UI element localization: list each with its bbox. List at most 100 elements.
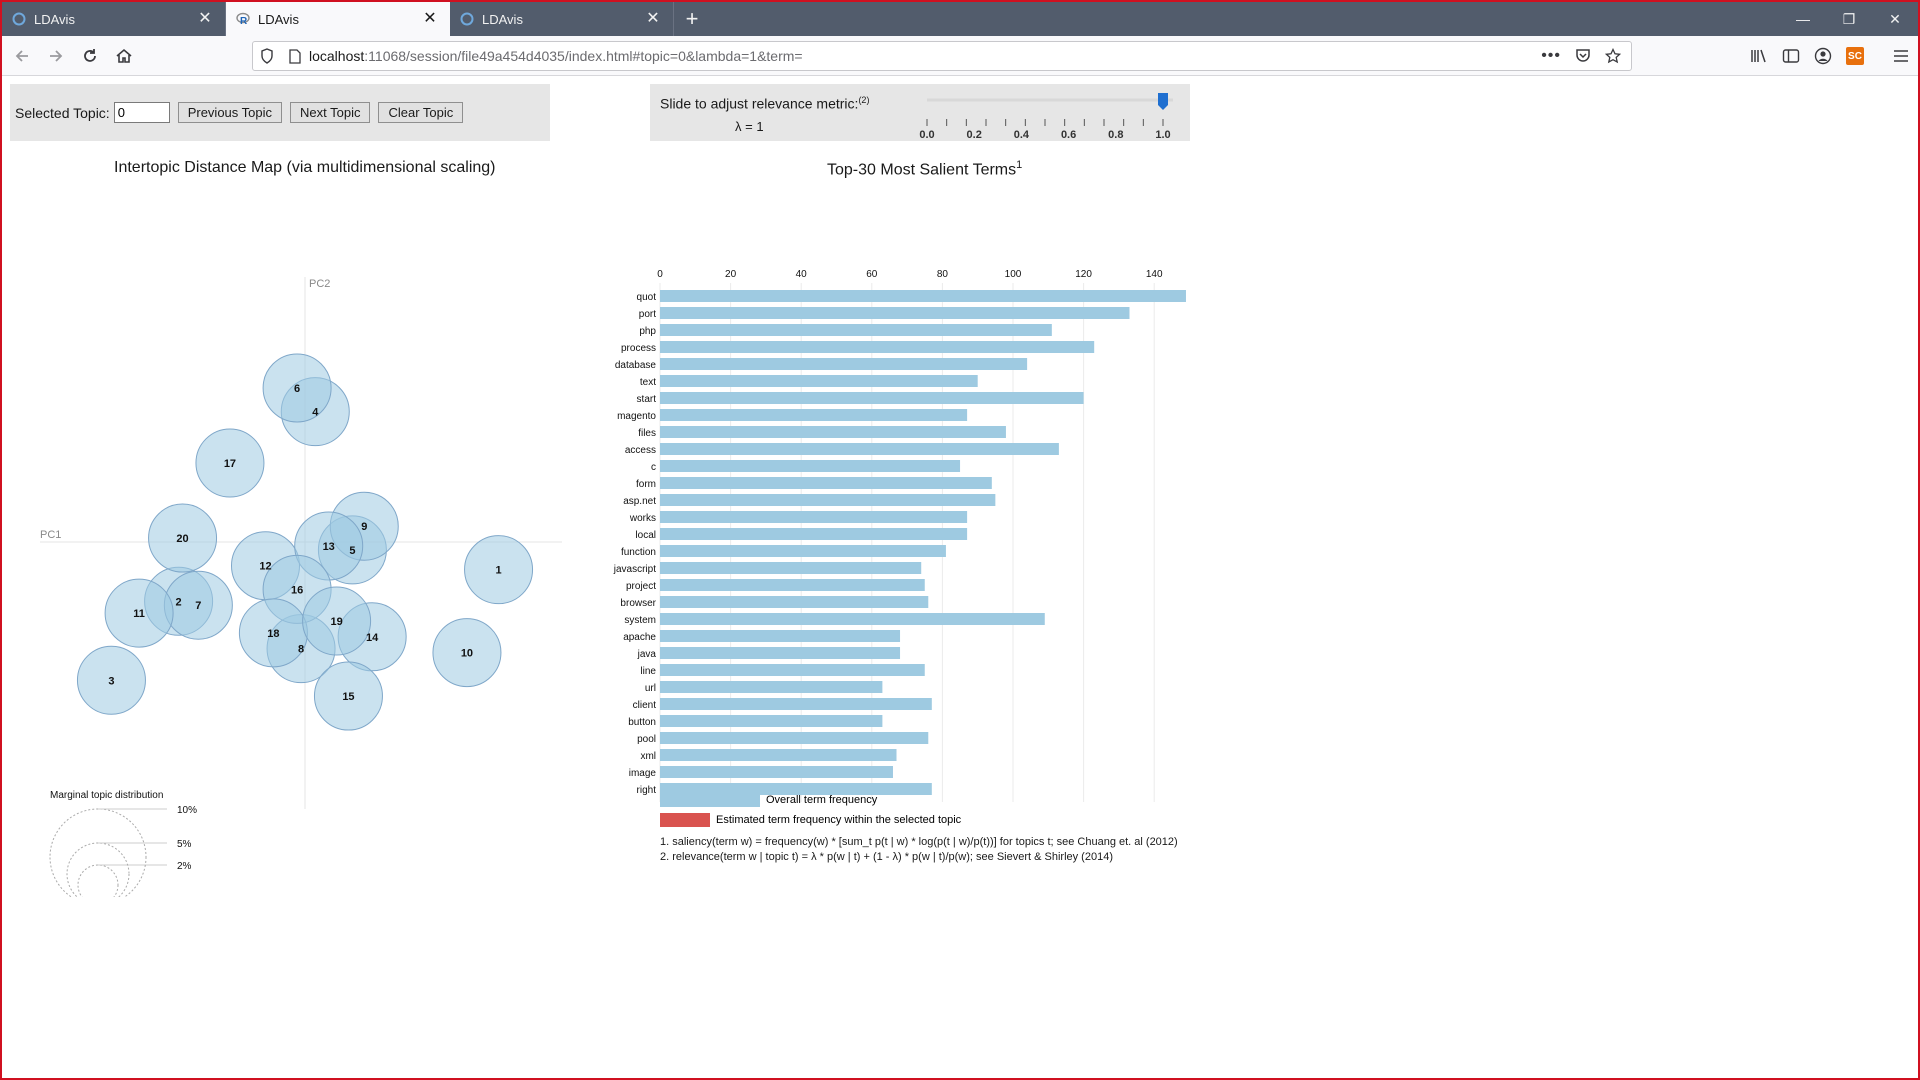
topic-bubble-label: 10: [461, 648, 473, 660]
reload-icon[interactable]: [74, 40, 106, 72]
term-label: xml: [640, 751, 656, 762]
restore-icon[interactable]: ❐: [1826, 2, 1872, 36]
browser-tab-1[interactable]: LDAvis ✕: [2, 2, 226, 36]
footnote-relevance: 2. relevance(term w | topic t) = λ * p(w…: [660, 851, 1113, 863]
selected-topic-input[interactable]: [113, 102, 170, 123]
topic-bubble-label: 3: [108, 675, 114, 687]
marginal-distribution-title: Marginal topic distribution: [50, 790, 163, 801]
library-icon[interactable]: [1748, 40, 1770, 72]
shield-icon[interactable]: [253, 48, 281, 64]
x-tick-label: 140: [1146, 269, 1163, 280]
topic-bubble-label: 15: [342, 691, 354, 703]
marginal-circle: [77, 864, 119, 897]
topic-bubble-label: 5: [349, 545, 355, 557]
minimize-icon[interactable]: —: [1780, 2, 1826, 36]
back-icon[interactable]: [6, 40, 38, 72]
term-bar: [660, 324, 1052, 336]
new-tab-button[interactable]: +: [674, 2, 710, 36]
term-label: apache: [623, 632, 656, 643]
close-tab-icon[interactable]: ✕: [197, 11, 213, 27]
term-bar: [660, 630, 901, 642]
relevance-slider[interactable]: 0.0 0.2 0.4 0.6 0.8 1.0: [650, 84, 1190, 141]
marginal-circle: [49, 808, 147, 897]
tab-title: LDAvis: [482, 11, 523, 27]
page-actions-icon[interactable]: •••: [1541, 47, 1561, 65]
topic-bubble-label: 1: [495, 565, 501, 577]
topic-bubble-label: 12: [259, 561, 271, 573]
term-label: works: [629, 513, 656, 524]
url-text: localhost:11068/session/file49a454d4035/…: [309, 48, 803, 64]
term-bar: [660, 732, 929, 744]
term-label: client: [633, 700, 657, 711]
topic-bubble-label: 7: [195, 600, 201, 612]
marginal-circle-label: 5%: [177, 839, 192, 850]
term-label: database: [615, 360, 657, 371]
next-topic-button[interactable]: Next Topic: [290, 102, 371, 123]
term-label: browser: [620, 598, 656, 609]
previous-topic-button[interactable]: Previous Topic: [177, 102, 283, 123]
intertopic-distance-map: PC1PC21234567891011121314151617181920Mar…: [40, 277, 562, 897]
term-bar: [660, 596, 929, 608]
term-bar: [660, 664, 925, 676]
extension-sc-icon[interactable]: SC: [1844, 40, 1866, 72]
marginal-circle: [66, 842, 130, 897]
close-tab-icon[interactable]: ✕: [422, 11, 438, 27]
slider-tick-label: 0.2: [967, 129, 982, 141]
window-controls: — ❐ ✕: [1780, 2, 1918, 36]
topic-bubble-label: 11: [133, 608, 145, 620]
topic-bubble-label: 13: [323, 541, 335, 553]
term-label: project: [626, 581, 656, 592]
footnote-saliency: 1. saliency(term w) = frequency(w) * [su…: [660, 836, 1178, 848]
star-bookmark-icon[interactable]: [1605, 48, 1621, 64]
selected-topic-label: Selected Topic:: [15, 104, 110, 121]
marginal-circle-label: 10%: [177, 805, 197, 816]
tab-strip: LDAvis ✕ R LDAvis ✕ LDAvis ✕ + — ❐ ✕: [2, 2, 1918, 36]
term-bar: [660, 613, 1045, 625]
browser-tab-2[interactable]: R LDAvis ✕: [226, 2, 450, 36]
topic-bubble-label: 8: [298, 644, 304, 656]
x-tick-label: 80: [937, 269, 949, 280]
account-icon[interactable]: [1812, 40, 1834, 72]
svg-text:R: R: [240, 16, 248, 26]
slider-handle[interactable]: [1158, 93, 1168, 110]
topic-bubble-label: 9: [361, 521, 367, 533]
x-tick-label: 0: [657, 269, 663, 280]
browser-tab-3[interactable]: LDAvis ✕: [450, 2, 674, 36]
x-tick-label: 100: [1005, 269, 1022, 280]
navigation-bar: localhost:11068/session/file49a454d4035/…: [2, 36, 1918, 76]
x-tick-label: 40: [796, 269, 808, 280]
legend-overall: Overall term frequency: [660, 790, 1260, 810]
term-bar: [660, 443, 1059, 455]
menu-icon[interactable]: [1890, 40, 1912, 72]
slider-tick-label: 1.0: [1155, 129, 1170, 141]
term-label: local: [635, 530, 656, 541]
sidebar-icon[interactable]: [1780, 40, 1802, 72]
term-bar: [660, 358, 1028, 370]
topic-bubble-label: 18: [267, 628, 279, 640]
term-label: javascript: [613, 564, 656, 575]
term-bar: [660, 307, 1130, 319]
clear-topic-button[interactable]: Clear Topic: [378, 102, 464, 123]
close-tab-icon[interactable]: ✕: [645, 11, 661, 27]
term-label: port: [639, 309, 656, 320]
forward-icon[interactable]: [40, 40, 72, 72]
legend-and-footnotes: Overall term frequency Estimated term fr…: [660, 790, 1260, 863]
home-icon[interactable]: [108, 40, 140, 72]
slider-tick-label: 0.4: [1014, 129, 1030, 141]
slider-tick-label: 0.8: [1108, 129, 1123, 141]
legend-estimated: Estimated term frequency within the sele…: [660, 810, 1260, 830]
slider-tick-label: 0.0: [919, 129, 934, 141]
close-icon[interactable]: ✕: [1872, 2, 1918, 36]
term-label: right: [637, 785, 657, 796]
term-bar: [660, 562, 922, 574]
url-bar[interactable]: localhost:11068/session/file49a454d4035/…: [252, 41, 1632, 71]
term-label: access: [625, 445, 656, 456]
pocket-icon[interactable]: [1575, 48, 1591, 64]
topic-bubble-label: 20: [176, 533, 188, 545]
term-bar: [660, 528, 968, 540]
term-label: magento: [617, 411, 656, 422]
term-label: quot: [637, 292, 657, 303]
tab-title: LDAvis: [34, 11, 75, 27]
marginal-circle-label: 2%: [177, 861, 192, 872]
page-info-icon[interactable]: [281, 48, 309, 64]
